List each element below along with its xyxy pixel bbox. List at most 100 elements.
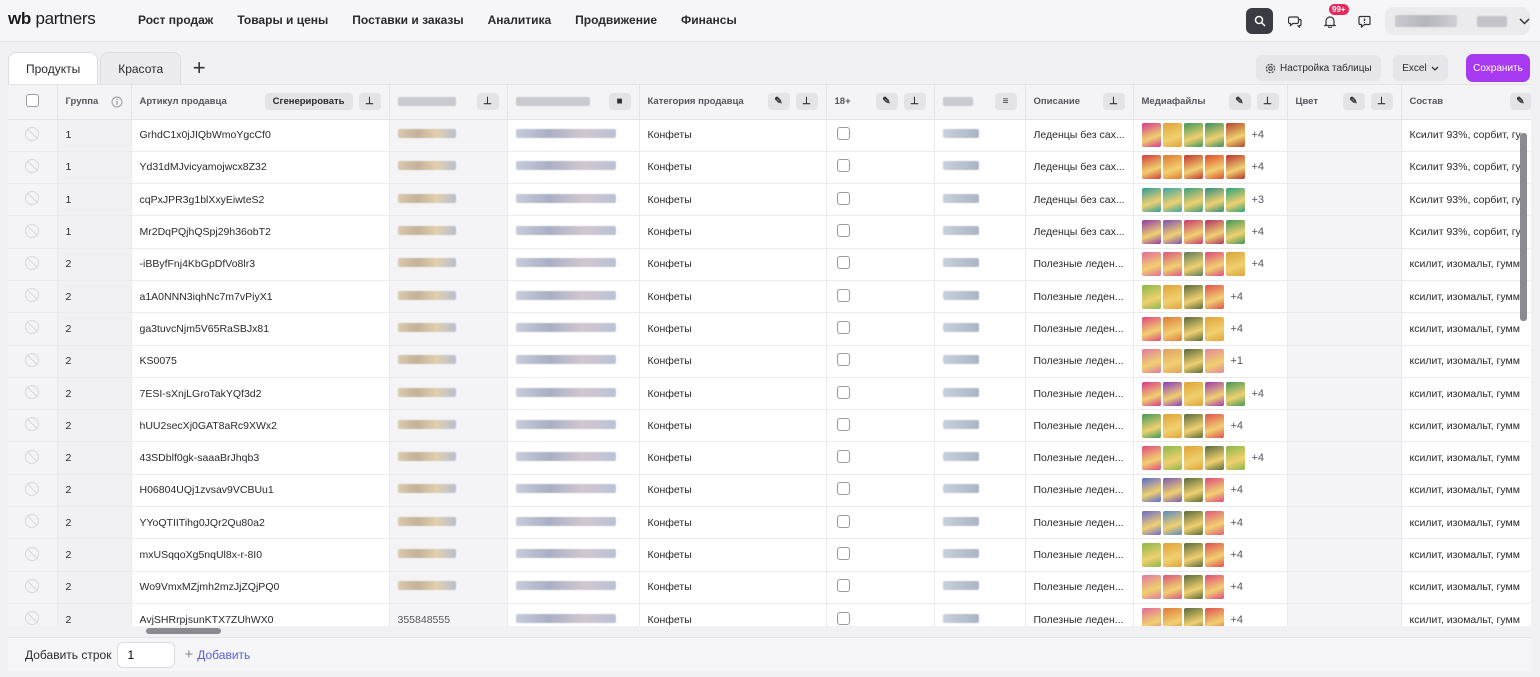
horizontal-scrollbar[interactable] <box>146 628 221 634</box>
media-cell[interactable]: +4 <box>1133 248 1288 281</box>
media-thumbnail[interactable] <box>1141 349 1161 374</box>
category-cell[interactable]: Конфеты <box>639 571 827 604</box>
media-thumbnail[interactable] <box>1204 607 1224 626</box>
media-thumbnail[interactable] <box>1141 123 1161 148</box>
description-cell[interactable]: Полезные леден... <box>1025 280 1134 314</box>
color-cell[interactable] <box>1287 441 1402 475</box>
media-thumbnail[interactable] <box>1204 575 1224 600</box>
media-more-count[interactable]: +4 <box>1252 388 1265 400</box>
price-cell[interactable] <box>934 474 1026 508</box>
composition-cell[interactable]: ксилит, изомальт, гумм <box>1401 571 1531 604</box>
age-checkbox[interactable] <box>836 611 850 625</box>
barcode-cell[interactable] <box>389 409 508 443</box>
media-thumbnail[interactable] <box>1162 349 1182 374</box>
group-cell[interactable]: 2 <box>57 538 132 572</box>
media-cell[interactable]: +4 <box>1133 571 1288 604</box>
article-cell[interactable]: KS0075 <box>131 345 390 378</box>
media-thumbnail[interactable] <box>1183 478 1203 503</box>
row-disabled-icon[interactable] <box>25 255 40 270</box>
table-row[interactable]: 2 Wo9VmxMZjmh2mzJjZQjPQ0 Конфеты Полезны… <box>8 571 1531 604</box>
group-cell[interactable]: 2 <box>57 571 132 604</box>
color-cell[interactable] <box>1287 409 1402 443</box>
price-cell[interactable] <box>934 312 1026 346</box>
color-cell[interactable] <box>1287 312 1402 346</box>
composition-cell[interactable]: Ксилит 93%, сорбит, гу <box>1401 119 1531 152</box>
description-cell[interactable]: Полезные леден... <box>1025 603 1134 626</box>
barcode-cell[interactable] <box>389 119 508 152</box>
media-thumbnail[interactable] <box>1204 349 1224 374</box>
media-thumbnail[interactable] <box>1183 575 1203 600</box>
age-checkbox[interactable] <box>836 320 850 334</box>
table-row[interactable]: 2 -iBByfFnj4KbGpDfVo8lr3 Конфеты Полезны… <box>8 248 1531 281</box>
price-cell[interactable] <box>934 538 1026 572</box>
color-cell[interactable] <box>1287 183 1402 217</box>
wb-partners-logo[interactable]: wb partners <box>8 9 96 29</box>
row-disabled-icon[interactable] <box>25 385 40 400</box>
media-cell[interactable]: +4 <box>1133 474 1288 508</box>
table-row[interactable]: 2 KS0075 Конфеты Полезные леден... +1 кс… <box>8 345 1531 378</box>
media-thumbnail[interactable] <box>1141 284 1161 309</box>
age-checkbox[interactable] <box>836 514 850 528</box>
media-cell[interactable]: +4 <box>1133 215 1288 249</box>
article-cell[interactable]: a1A0NNN3iqhNc7m7vPiyX1 <box>131 280 390 314</box>
table-row[interactable]: 2 mxUSqqoXg5nqUl8x-r-8I0 Конфеты Полезны… <box>8 538 1531 572</box>
media-more-count[interactable]: +4 <box>1231 484 1244 496</box>
media-thumbnail[interactable] <box>1162 123 1182 148</box>
group-cell[interactable]: 1 <box>57 151 132 185</box>
row-disabled-icon[interactable] <box>25 352 40 367</box>
article-cell[interactable]: 43SDblf0gk-saaaBrJhqb3 <box>131 441 390 475</box>
age-checkbox[interactable] <box>836 547 850 560</box>
name-cell[interactable] <box>507 119 640 152</box>
row-disabled-icon[interactable] <box>25 417 40 432</box>
group-cell[interactable]: 2 <box>57 312 132 346</box>
name-cell[interactable] <box>507 441 640 475</box>
pin-off-icon[interactable]: ⊥ <box>476 93 499 111</box>
row-disabled-icon[interactable] <box>25 546 40 561</box>
price-cell[interactable] <box>934 441 1026 475</box>
age-checkbox[interactable] <box>836 579 850 593</box>
edit-icon[interactable]: ✎ <box>1228 93 1251 111</box>
media-thumbnail[interactable] <box>1162 543 1182 567</box>
group-cell[interactable]: 2 <box>57 280 132 314</box>
name-cell[interactable] <box>507 538 640 572</box>
table-row[interactable]: 2 YYoQTIITihg0JQr2Qu80a2 Конфеты Полезны… <box>8 506 1531 540</box>
category-cell[interactable]: Конфеты <box>639 603 827 626</box>
edit-icon[interactable]: ✎ <box>1509 93 1531 111</box>
media-thumbnail[interactable] <box>1204 155 1224 180</box>
description-cell[interactable]: Леденцы без сах... <box>1025 151 1134 185</box>
barcode-cell[interactable]: 355848555 <box>389 603 508 626</box>
row-disabled-icon[interactable] <box>25 449 40 464</box>
media-thumbnail[interactable] <box>1183 123 1203 148</box>
article-cell[interactable]: Wo9VmxMZjmh2mzJjZQjPQ0 <box>131 571 390 604</box>
media-thumbnail[interactable] <box>1162 284 1182 309</box>
barcode-cell[interactable] <box>389 377 508 411</box>
article-cell[interactable]: Yd31dMJvicyamojwcx8Z32 <box>131 151 390 185</box>
media-cell[interactable]: +4 <box>1133 151 1288 185</box>
media-thumbnail[interactable] <box>1183 220 1203 245</box>
category-cell[interactable]: Конфеты <box>639 151 827 185</box>
name-cell[interactable] <box>507 571 640 604</box>
category-cell[interactable]: Конфеты <box>639 345 827 378</box>
media-thumbnail[interactable] <box>1162 252 1182 277</box>
category-cell[interactable]: Конфеты <box>639 183 827 217</box>
generate-button[interactable]: Сгенерировать <box>264 93 353 111</box>
media-more-count[interactable]: +4 <box>1252 452 1265 464</box>
media-more-count[interactable]: +4 <box>1231 549 1244 561</box>
category-cell[interactable]: Конфеты <box>639 215 827 249</box>
pin-icon[interactable]: ⊥ <box>1370 93 1393 111</box>
help-button[interactable] <box>1351 8 1378 34</box>
group-cell[interactable]: 2 <box>57 603 132 626</box>
age-checkbox[interactable] <box>836 191 850 205</box>
media-cell[interactable]: +4 <box>1133 409 1288 443</box>
description-cell[interactable]: Полезные леден... <box>1025 345 1134 378</box>
barcode-cell[interactable] <box>389 538 508 572</box>
age-checkbox[interactable] <box>836 224 850 238</box>
search-button[interactable] <box>1246 8 1273 34</box>
description-cell[interactable]: Леденцы без сах... <box>1025 215 1134 249</box>
name-cell[interactable] <box>507 280 640 314</box>
composition-cell[interactable]: Ксилит 93%, сорбит, гу <box>1401 215 1531 249</box>
price-cell[interactable] <box>934 409 1026 443</box>
barcode-cell[interactable] <box>389 506 508 540</box>
media-thumbnail[interactable] <box>1141 187 1161 212</box>
media-thumbnail[interactable] <box>1183 155 1203 180</box>
